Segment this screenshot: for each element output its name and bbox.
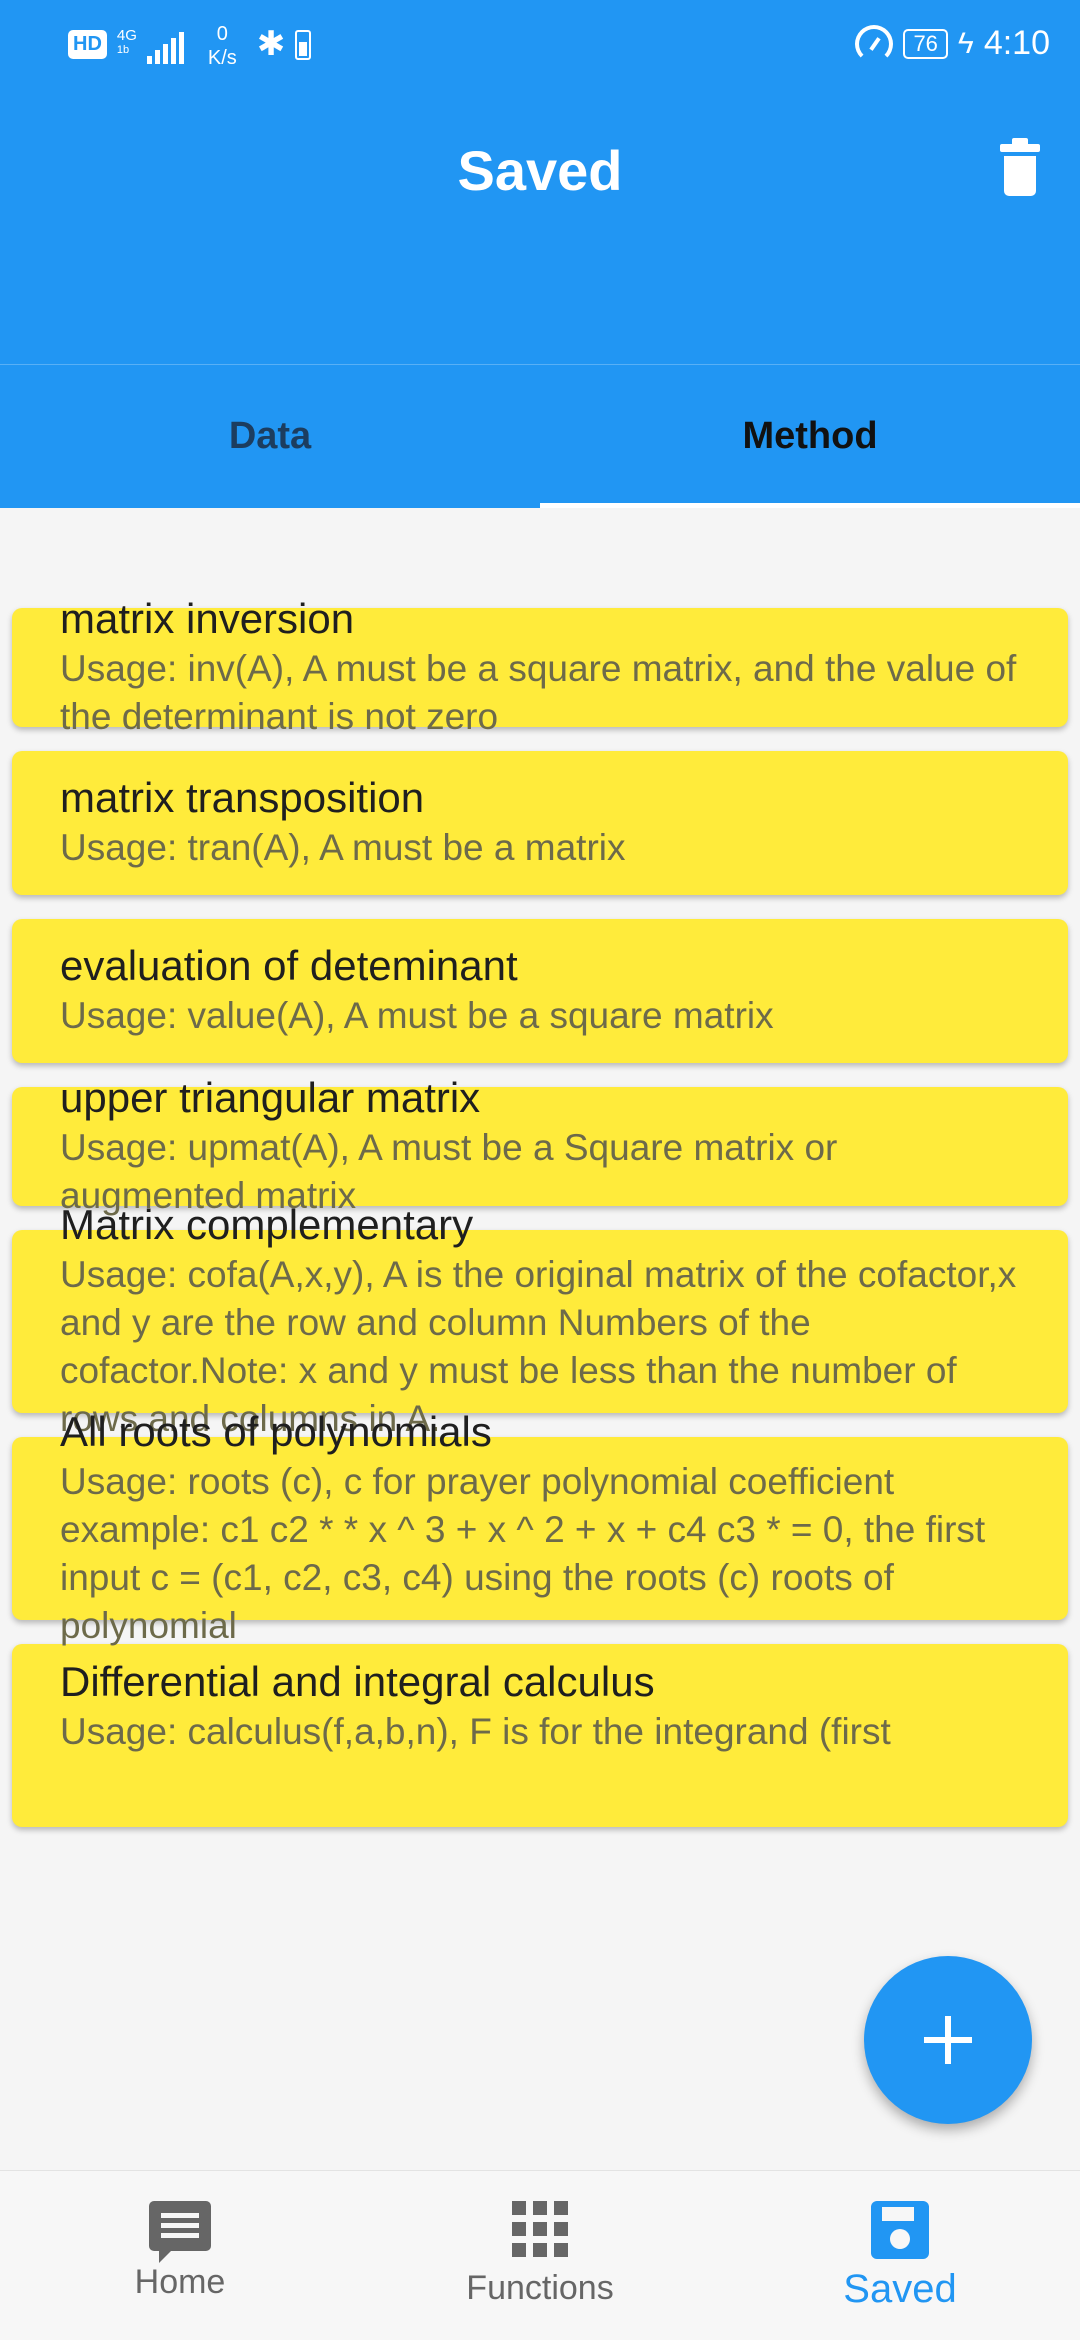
- hd-icon: HD: [68, 30, 107, 59]
- charging-icon: ϟ: [957, 26, 974, 60]
- network-label: 4G: [116, 27, 137, 44]
- list-item[interactable]: matrix inversion Usage: inv(A), A must b…: [12, 595, 1068, 737]
- tab-data[interactable]: Data: [0, 365, 540, 508]
- clock: 4:10: [983, 24, 1050, 62]
- list-item[interactable]: upper triangular matrix Usage: upmat(A),…: [12, 1074, 1068, 1216]
- item-title: upper triangular matrix: [60, 1073, 481, 1121]
- list-item[interactable]: All roots of polynomials Usage: roots (c…: [12, 1408, 1068, 1646]
- plus-icon-vertical: [945, 2016, 951, 2064]
- tab-bar: Data Method: [0, 365, 1080, 508]
- list-item[interactable]: Matrix complementary Usage: cofa(A,x,y),…: [12, 1201, 1068, 1439]
- item-title: Differential and integral calculus: [60, 1658, 655, 1705]
- app-bar: Saved: [0, 92, 1080, 365]
- save-icon: [871, 2201, 929, 2259]
- nav-functions[interactable]: Functions: [360, 2171, 720, 2340]
- bottom-nav: Home Functions Saved: [0, 2170, 1080, 2340]
- list-item[interactable]: Differential and integral calculus Usage…: [12, 1644, 1068, 1827]
- nav-home-label: Home: [134, 2263, 226, 2301]
- speed-unit: K/s: [207, 47, 237, 69]
- item-description: Usage: inv(A), A must be a square matrix…: [60, 647, 1017, 737]
- nav-saved[interactable]: Saved: [720, 2171, 1080, 2340]
- item-description: Usage: tran(A), A must be a matrix: [60, 827, 626, 868]
- item-title: evaluation of deteminant: [60, 942, 518, 989]
- list-item[interactable]: evaluation of deteminant Usage: value(A)…: [12, 919, 1068, 1063]
- battery-small-icon: [295, 30, 312, 60]
- network-speed: 0 K/s: [208, 22, 237, 70]
- nav-home[interactable]: Home: [0, 2171, 360, 2340]
- item-description: Usage: calculus(f,a,b,n), F is for the i…: [60, 1711, 891, 1752]
- item-title: matrix transposition: [60, 774, 425, 821]
- item-description: Usage: value(A), A must be a square matr…: [60, 995, 774, 1036]
- grid-icon: [512, 2201, 568, 2257]
- trash-icon: [1000, 138, 1040, 152]
- add-button[interactable]: [864, 1956, 1032, 2124]
- page-title: Saved: [457, 139, 623, 202]
- delete-button[interactable]: [992, 138, 1048, 210]
- list-item[interactable]: matrix transposition Usage: tran(A), A m…: [12, 751, 1068, 895]
- speedometer-icon: [855, 24, 894, 63]
- battery-indicator: 76: [903, 28, 948, 59]
- nav-saved-label: Saved: [843, 2267, 957, 2311]
- status-bar: HD 4G 1b 0 K/s ✱ 76 ϟ 4:10: [0, 0, 1080, 92]
- status-right: 76 ϟ 4:10: [855, 24, 1050, 63]
- tab-indicator: [540, 503, 1080, 508]
- network-sub-label: 1b: [116, 44, 130, 56]
- bluetooth-icon: ✱: [256, 25, 286, 63]
- speed-value: 0: [216, 23, 228, 45]
- item-title: All roots of polynomials: [60, 1407, 492, 1455]
- network-type: 4G 1b: [116, 27, 137, 57]
- item-title: Matrix complementary: [60, 1200, 474, 1248]
- method-list: matrix inversion Usage: inv(A), A must b…: [12, 595, 1068, 1851]
- signal-icon: [146, 32, 184, 64]
- message-icon: [149, 2201, 211, 2263]
- nav-functions-label: Functions: [466, 2269, 614, 2307]
- item-title: matrix inversion: [60, 594, 355, 642]
- status-left: HD 4G 1b 0 K/s ✱: [68, 22, 312, 70]
- item-description: Usage: roots (c), c for prayer polynomia…: [60, 1460, 986, 1646]
- tab-method[interactable]: Method: [540, 365, 1080, 508]
- trash-icon-body: [1004, 156, 1036, 196]
